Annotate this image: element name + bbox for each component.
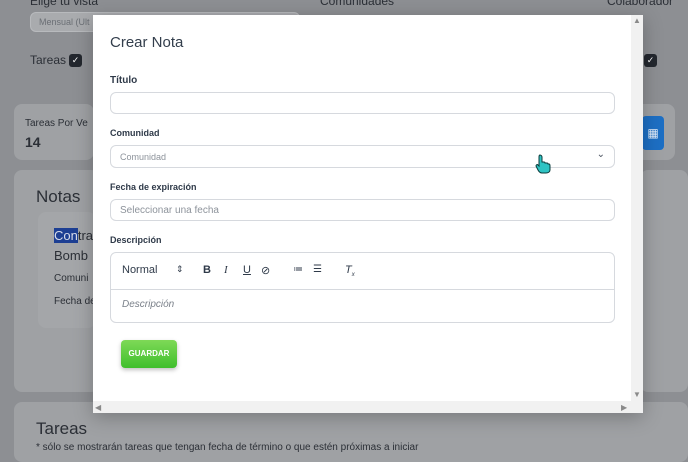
note-date-label: Fecha de	[54, 296, 96, 307]
title-input[interactable]	[110, 92, 615, 114]
tasks-week-label: Tareas Por Ve	[25, 118, 88, 129]
chevron-down-icon: ⌄	[596, 149, 605, 160]
communities-label: Comunidades	[320, 0, 395, 8]
note-community-label: Comuni	[54, 273, 89, 284]
link-icon[interactable]: ⊘	[261, 264, 270, 277]
save-button[interactable]: GUARDAR	[121, 340, 177, 368]
horizontal-scrollbar[interactable]: ◀ ▶	[93, 401, 631, 413]
bold-icon[interactable]: B	[203, 264, 211, 276]
underline-icon[interactable]: U	[243, 264, 251, 276]
description-editor: Normal ⇕ B I U ⊘ ≔ ☰ Tx Descripción	[110, 252, 615, 323]
expiration-label: Fecha de expiración	[110, 182, 197, 192]
calendar-icon: ▦	[647, 126, 659, 140]
clear-format-icon[interactable]: Tx	[345, 264, 355, 278]
note-title[interactable]: Contra	[54, 228, 93, 243]
community-placeholder: Comunidad	[120, 152, 167, 162]
scroll-up-icon[interactable]: ▲	[633, 16, 641, 25]
description-label: Descripción	[110, 235, 162, 245]
collaborator-label: Colaborador	[607, 0, 674, 8]
modal-title: Crear Nota	[110, 34, 184, 51]
editor-toolbar: Normal ⇕ B I U ⊘ ≔ ☰ Tx	[111, 253, 614, 290]
ordered-list-icon[interactable]: ≔	[293, 264, 303, 275]
notes-title: Notas	[36, 187, 81, 206]
description-input[interactable]: Descripción	[122, 299, 174, 310]
italic-icon[interactable]: I	[224, 264, 228, 276]
tasks-checkbox[interactable]: ✓	[69, 54, 82, 67]
notes-panel-right	[640, 170, 688, 392]
scroll-left-icon[interactable]: ◀	[95, 403, 101, 412]
bullet-list-icon[interactable]: ☰	[313, 264, 322, 275]
title-field-label: Título	[110, 75, 138, 86]
format-select[interactable]: Normal	[122, 264, 157, 276]
note-title-line2: Bomb	[54, 248, 88, 263]
tasks-week-count: 14	[25, 134, 41, 150]
expiration-date-input[interactable]: Seleccionar una fecha	[110, 199, 615, 221]
expiration-placeholder: Seleccionar una fecha	[120, 205, 219, 216]
pointer-cursor-icon	[535, 154, 551, 174]
collaborator-checkbox[interactable]: ✓	[644, 54, 657, 67]
tasks-section-note: * sólo se mostrarán tareas que tengan fe…	[36, 442, 419, 453]
tasks-filter-label: Tareas	[30, 53, 67, 67]
tasks-week-card	[14, 104, 94, 160]
vertical-scrollbar[interactable]: ▲ ▼	[631, 15, 643, 413]
tasks-section-title: Tareas	[36, 419, 88, 438]
scroll-down-icon[interactable]: ▼	[633, 390, 641, 399]
community-label: Comunidad	[110, 128, 160, 138]
create-note-modal: Crear Nota Título Comunidad Comunidad ⌄ …	[93, 15, 643, 413]
format-select-arrows-icon[interactable]: ⇕	[176, 264, 184, 275]
calendar-button[interactable]: ▦	[642, 116, 664, 150]
scroll-right-icon[interactable]: ▶	[621, 403, 627, 412]
choose-view-label: Elige tu vista	[30, 0, 99, 8]
